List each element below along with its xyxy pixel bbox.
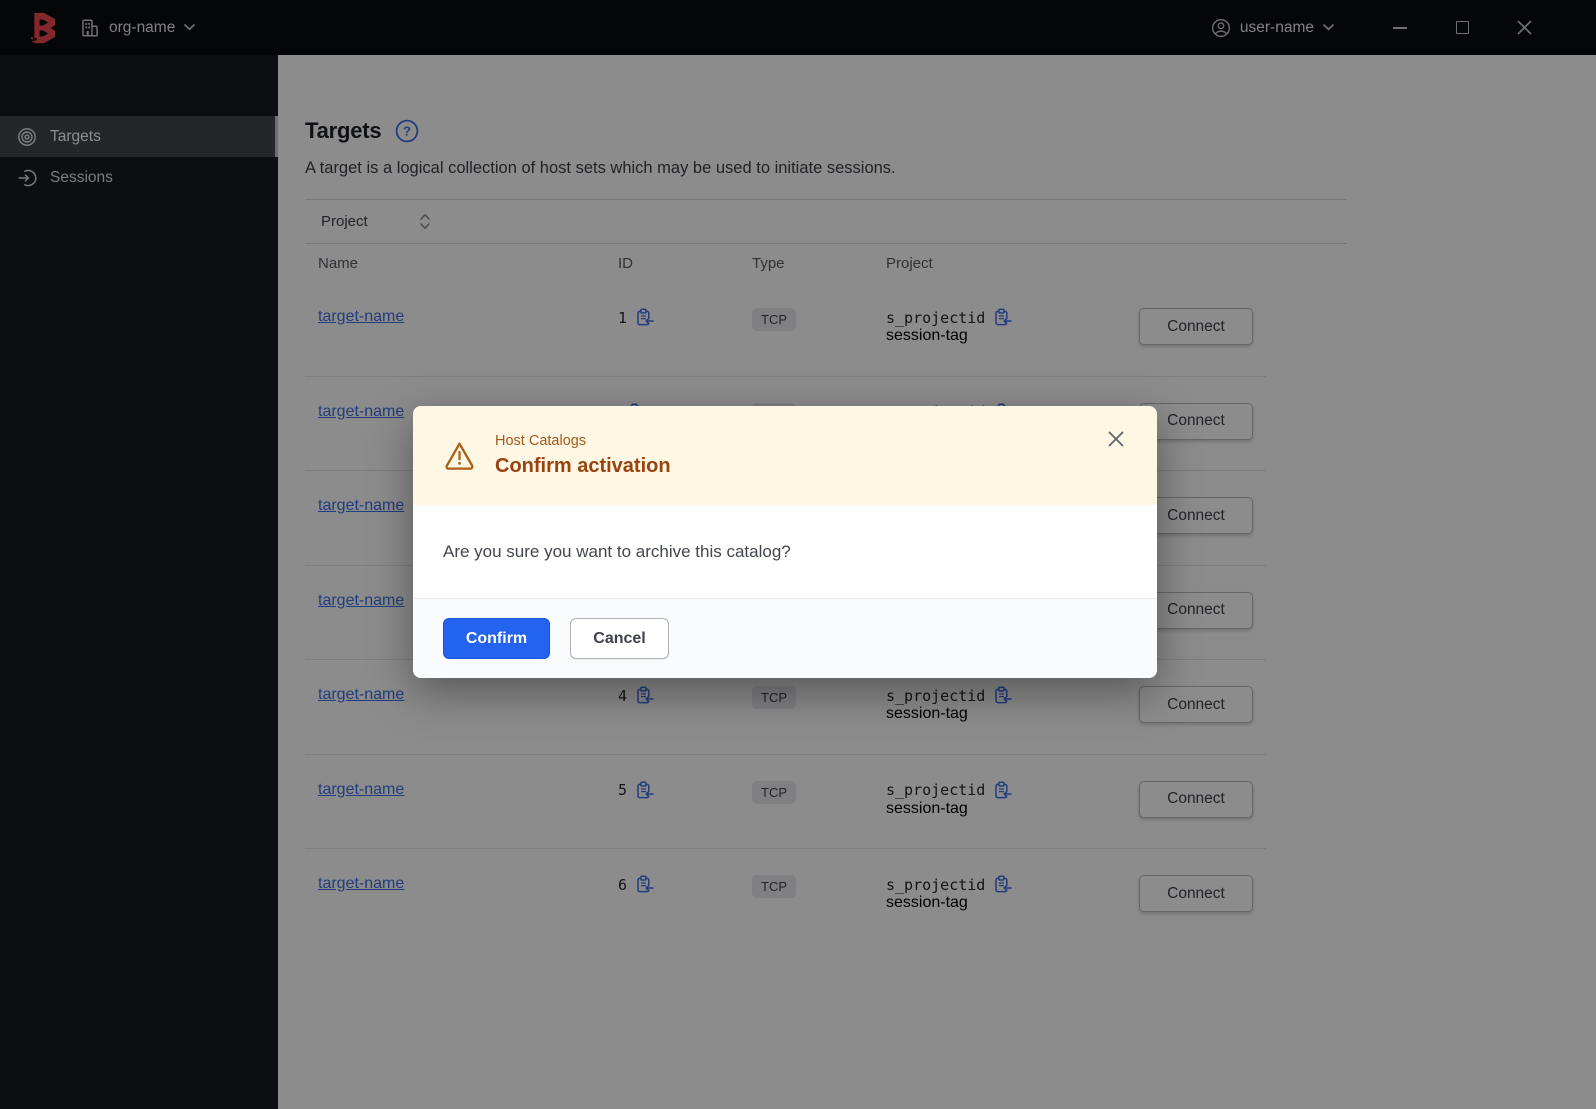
dialog-title: Confirm activation [495,455,671,477]
confirm-dialog: Host Catalogs Confirm activation Are you… [413,406,1157,678]
cancel-button[interactable]: Cancel [570,618,669,659]
warning-triangle-icon [445,442,474,470]
app-window: org-name user-name Targets Sessions Targ… [0,0,1596,1109]
dialog-eyebrow: Host Catalogs [495,433,587,449]
dialog-close-icon[interactable] [1107,430,1125,448]
dialog-header: Host Catalogs Confirm activation [413,406,1157,505]
confirm-button[interactable]: Confirm [443,618,550,659]
dialog-footer: Confirm Cancel [413,598,1157,678]
dialog-body-text: Are you sure you want to archive this ca… [413,505,1157,598]
